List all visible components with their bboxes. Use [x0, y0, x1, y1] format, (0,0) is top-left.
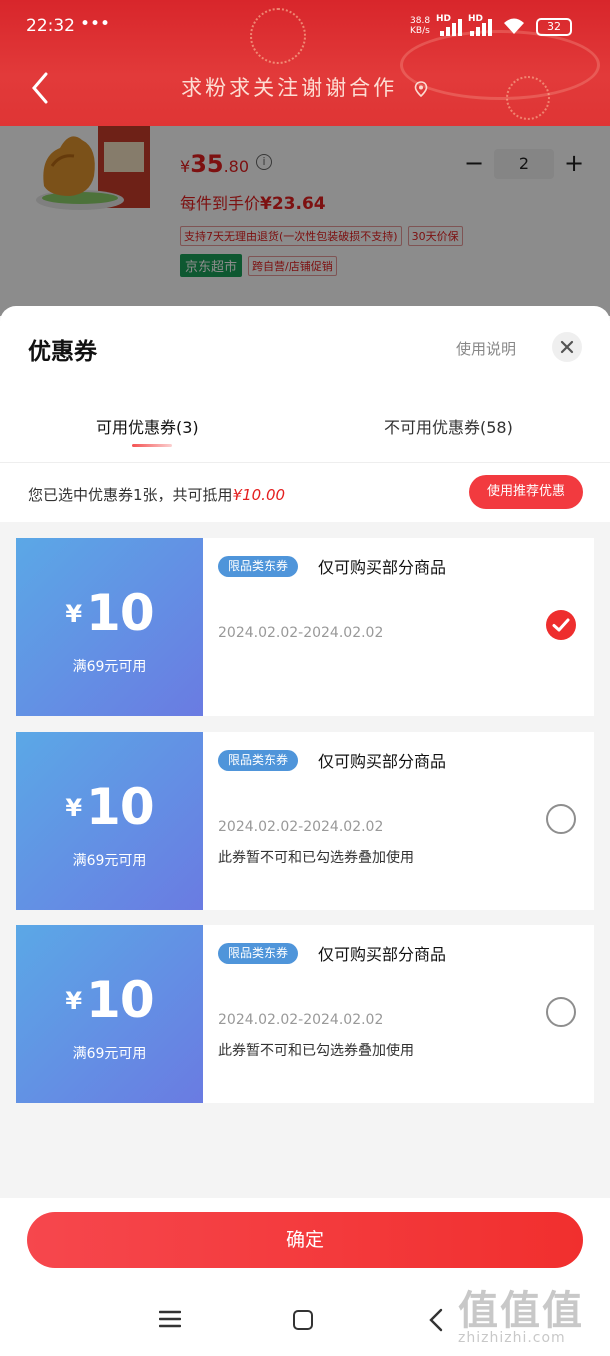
tab-unavailable-coupons[interactable]: 不可用优惠券(58) — [384, 414, 513, 438]
coupon-amount-value: 10 — [86, 584, 155, 642]
status-time: 22:32 — [26, 16, 75, 36]
close-icon[interactable] — [552, 332, 582, 362]
coupon-list: ¥10 满69元可用 限品类东券 仅可购买部分商品 2024.02.02-202… — [0, 522, 610, 1198]
summary-text: 您已选中优惠券1张，共可抵用 — [28, 486, 233, 504]
use-recommended-button[interactable]: 使用推荐优惠 — [469, 475, 583, 509]
coupon-description: 仅可购买部分商品 — [318, 558, 447, 577]
coupon-value-panel: ¥10 满69元可用 — [13, 538, 203, 716]
coupon-note: 此券暂不可和已勾选券叠加使用 — [218, 850, 414, 866]
divider — [0, 462, 610, 463]
coupon-validity: 2024.02.02-2024.02.02 — [218, 819, 384, 835]
coupon-amount: ¥10 — [16, 584, 203, 642]
watermark-logo: 值值值 — [458, 1288, 584, 1334]
radio-circle-icon[interactable] — [546, 997, 576, 1027]
status-dots: ••• — [80, 14, 111, 34]
tab-available-coupons[interactable]: 可用优惠券(3) — [96, 414, 199, 438]
coupon-amount-value: 10 — [86, 971, 155, 1029]
modal-backdrop[interactable] — [0, 126, 610, 316]
coupon-note: 此券暂不可和已勾选券叠加使用 — [218, 1043, 414, 1059]
net-speed-unit: KB/s — [410, 26, 430, 36]
coupon-type-badge: 限品类东券 — [218, 556, 299, 577]
menu-icon[interactable] — [159, 1310, 181, 1328]
coupon-currency: ¥ — [65, 794, 83, 822]
usage-instructions-link[interactable]: 使用说明 — [456, 338, 516, 359]
coupon-description: 仅可购买部分商品 — [318, 945, 447, 964]
coupon-currency: ¥ — [65, 987, 83, 1015]
coupon-value-panel: ¥10 满69元可用 — [13, 732, 203, 910]
coupon-card[interactable]: ¥10 满69元可用 限品类东券 仅可购买部分商品 2024.02.02-202… — [13, 925, 594, 1103]
active-tab-indicator — [132, 444, 172, 447]
battery-icon: 32 — [536, 18, 572, 36]
coupon-amount: ¥10 — [16, 971, 203, 1029]
coupon-value-panel: ¥10 满69元可用 — [13, 925, 203, 1103]
coupon-currency: ¥ — [65, 600, 83, 628]
home-icon[interactable] — [293, 1310, 313, 1330]
summary-amount: ¥10.00 — [232, 486, 286, 504]
status-bar: 22:32 ••• 38.8 KB/s HD HD 32 — [0, 0, 610, 54]
coupon-type-badge: 限品类东券 — [218, 943, 299, 964]
page-title: 求粉求关注谢谢合作 — [0, 72, 610, 102]
coupon-type-badge: 限品类东券 — [218, 750, 299, 771]
net-speed-value: 38.8 — [410, 16, 431, 26]
confirm-button[interactable]: 确定 — [27, 1212, 583, 1268]
coupon-description: 仅可购买部分商品 — [318, 752, 447, 771]
location-pin-icon — [414, 81, 428, 97]
selection-summary: 您已选中优惠券1张，共可抵用¥10.00 — [28, 484, 285, 505]
coupon-condition: 满69元可用 — [72, 853, 147, 869]
network-speed: 38.8 KB/s — [410, 16, 430, 36]
coupon-validity: 2024.02.02-2024.02.02 — [218, 625, 384, 641]
wifi-icon — [504, 18, 524, 34]
app-header: 22:32 ••• 38.8 KB/s HD HD 32 求粉求关注谢谢合作 — [0, 0, 610, 126]
hd-label: HD — [468, 14, 484, 24]
coupon-sheet: 优惠券 使用说明 可用优惠券(3) 不可用优惠券(58) 您已选中优惠券1张，共… — [0, 306, 610, 1356]
page-title-text: 求粉求关注谢谢合作 — [181, 76, 398, 100]
coupon-condition: 满69元可用 — [72, 1046, 147, 1062]
hd-label: HD — [436, 14, 452, 24]
coupon-amount: ¥10 — [16, 778, 203, 836]
watermark: 值值值 zhizhizhi.com — [458, 1278, 608, 1348]
coupon-validity: 2024.02.02-2024.02.02 — [218, 1012, 384, 1028]
coupon-card[interactable]: ¥10 满69元可用 限品类东券 仅可购买部分商品 2024.02.02-202… — [13, 538, 594, 716]
radio-circle-icon[interactable] — [546, 804, 576, 834]
sheet-title: 优惠券 — [28, 339, 97, 365]
watermark-url: zhizhizhi.com — [458, 1330, 566, 1346]
coupon-condition: 满69元可用 — [72, 659, 147, 675]
back-icon[interactable] — [428, 1308, 444, 1332]
checkmark-icon[interactable] — [546, 610, 576, 640]
coupon-card[interactable]: ¥10 满69元可用 限品类东券 仅可购买部分商品 2024.02.02-202… — [13, 732, 594, 910]
coupon-amount-value: 10 — [86, 778, 155, 836]
